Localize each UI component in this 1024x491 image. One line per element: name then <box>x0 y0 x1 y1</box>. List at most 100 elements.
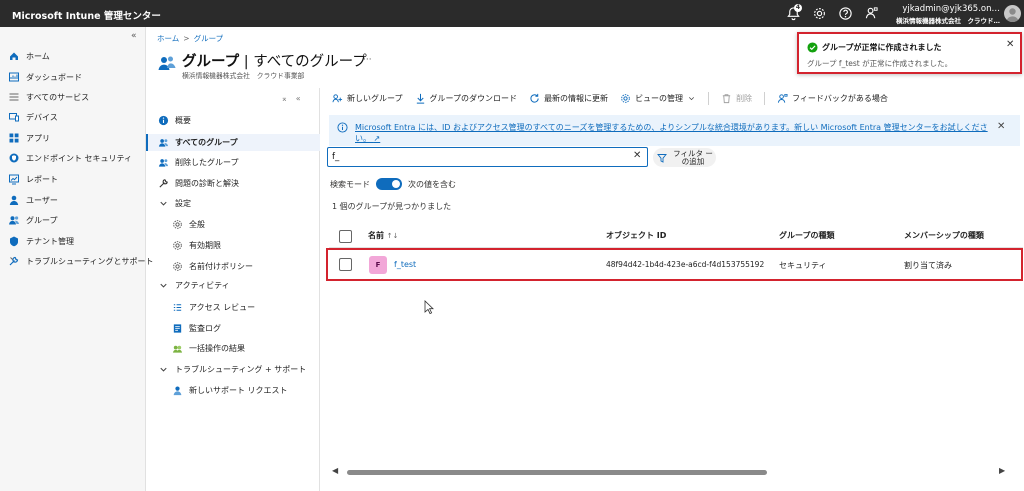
settings-gear-icon[interactable] <box>812 6 828 21</box>
table-header: 名前 ↑↓ オブジェクト ID グループの種類 メンバーシップの種類 <box>329 228 1023 244</box>
delete-button[interactable]: 削除 <box>721 93 752 104</box>
resource-menu-bulk-results[interactable]: 一括操作の結果 <box>172 340 245 356</box>
endpoint-security-icon <box>9 153 19 163</box>
groups-icon <box>158 138 169 147</box>
result-count: 1 個のグループが見つかりました <box>332 202 452 211</box>
resource-menu-label: 有効期限 <box>189 240 221 250</box>
select-all-checkbox[interactable] <box>339 230 352 243</box>
nav-item-groups[interactable]: グループ <box>8 212 58 228</box>
info-icon <box>158 115 169 125</box>
account-info[interactable]: yjkadmin@yjk365.on… 横浜情報機器株式会社 クラウド… <box>870 4 1000 25</box>
resource-menu-audit-logs[interactable]: 監査ログ <box>172 320 221 336</box>
wrench-icon <box>159 178 168 188</box>
resource-menu-label: すべてのグループ <box>175 137 238 147</box>
search-mode-option: 次の値を含む <box>408 179 456 189</box>
search-input[interactable] <box>332 150 622 164</box>
toast-title: グループが正常に作成されました <box>822 43 942 52</box>
page-title-main: グループ <box>182 54 240 70</box>
scrollbar-thumb[interactable] <box>347 470 767 475</box>
account-tenant: 横浜情報機器株式会社 クラウド… <box>896 17 1000 25</box>
refresh-label: 最新の情報に更新 <box>544 94 609 103</box>
nav-item-devices[interactable]: デバイス <box>8 109 58 125</box>
resource-menu-controls[interactable]: ⌅« <box>281 94 309 103</box>
column-header-name[interactable]: 名前 ↑↓ <box>368 230 399 241</box>
entra-banner-link[interactable]: Microsoft Entra には、ID およびアクセス管理のすべてのニーズを… <box>355 122 995 144</box>
resource-menu-label: 新しいサポート リクエスト <box>189 385 288 395</box>
page-title-separator: | <box>239 54 254 70</box>
banner-close-icon[interactable]: ✕ <box>997 121 1005 132</box>
nav-item-tenant-admin[interactable]: テナント管理 <box>8 233 74 249</box>
notifications-icon[interactable]: 4 <box>786 4 802 21</box>
new-group-icon <box>332 94 343 103</box>
top-bar: Microsoft Intune 管理センター 4 yjkadmin@yjk36… <box>0 0 1024 27</box>
app-title[interactable]: Microsoft Intune 管理センター <box>12 8 161 22</box>
resource-menu-diagnose-solve[interactable]: 問題の診断と解決 <box>158 175 239 191</box>
new-group-button[interactable]: 新しいグループ <box>332 93 403 104</box>
nav-item-all-services[interactable]: すべてのサービス <box>8 89 89 105</box>
toolbar-separator-2 <box>764 92 766 105</box>
all-services-icon <box>9 93 19 101</box>
add-filter-button[interactable]: フィルタ ーの追加 <box>653 148 716 167</box>
nav-item-label: レポート <box>26 174 58 184</box>
feedback-button[interactable]: フィードバックがある場合 <box>777 93 888 104</box>
nav-item-users[interactable]: ユーザー <box>8 192 58 208</box>
page-more-button[interactable]: ··· <box>363 55 372 65</box>
download-groups-label: グループのダウンロード <box>429 94 518 103</box>
delete-label: 削除 <box>736 94 753 103</box>
nav-item-endpoint-security[interactable]: エンドポイント セキュリティ <box>8 150 132 166</box>
new-group-label: 新しいグループ <box>347 94 403 103</box>
toast-close-icon[interactable]: ✕ <box>1006 39 1014 50</box>
horizontal-scrollbar[interactable]: ◀ ▶ <box>329 466 1023 478</box>
groups-header-icon <box>158 56 176 70</box>
resource-menu-access-reviews[interactable]: アクセス レビュー <box>172 299 255 315</box>
nav-item-reports[interactable]: レポート <box>8 171 58 187</box>
resource-menu-settings[interactable]: 設定 <box>158 195 191 211</box>
nav-item-home[interactable]: ホーム <box>8 48 50 64</box>
intune-admin-window: Microsoft Intune 管理センター 4 yjkadmin@yjk36… <box>0 0 1024 491</box>
column-header-object-id: オブジェクト ID <box>606 231 667 240</box>
resource-menu-expiration[interactable]: 有効期限 <box>172 237 221 253</box>
column-header-group-type: グループの種類 <box>779 231 835 240</box>
resource-menu-troubleshooting-support[interactable]: トラブルシューティング + サポート <box>158 361 306 377</box>
sort-icon[interactable]: ↑↓ <box>387 232 399 240</box>
resource-menu-all-groups[interactable]: すべてのグループ <box>158 134 238 150</box>
page-subtitle: 横浜情報機器株式会社 クラウド事業部 <box>182 72 305 80</box>
resource-menu-label: 削除したグループ <box>175 157 239 167</box>
manage-view-label: ビューの管理 <box>635 94 684 103</box>
home-icon <box>10 52 18 60</box>
search-clear-icon[interactable]: ✕ <box>633 150 641 161</box>
refresh-button[interactable]: 最新の情報に更新 <box>529 93 608 104</box>
chevron-down-icon[interactable] <box>158 364 169 375</box>
column-header-name-label: 名前 <box>368 231 384 240</box>
breadcrumb-groups[interactable]: グループ <box>194 34 224 43</box>
collapse-nav-button[interactable]: « <box>131 31 137 41</box>
chevron-down-icon[interactable] <box>158 280 169 291</box>
scroll-left-arrow[interactable]: ◀ <box>332 466 338 475</box>
column-header-membership-type: メンバーシップの種類 <box>904 231 984 240</box>
support-person-icon <box>173 386 182 395</box>
gear-icon <box>621 94 630 103</box>
page-title: グループ | すべてのグループ <box>182 50 367 71</box>
page-title-sub: すべてのグループ <box>253 54 367 70</box>
user-avatar[interactable] <box>1004 5 1021 22</box>
feedback-icon <box>777 93 788 103</box>
resource-menu-new-support-request[interactable]: 新しいサポート リクエスト <box>172 382 288 398</box>
download-groups-button[interactable]: グループのダウンロード <box>415 93 518 104</box>
nav-item-dashboard[interactable]: ダッシュボード <box>8 69 82 85</box>
help-icon[interactable] <box>838 6 854 21</box>
scroll-right-arrow[interactable]: ▶ <box>999 466 1005 475</box>
resource-menu-naming-policy[interactable]: 名前付けポリシー <box>172 258 253 274</box>
nav-item-troubleshoot[interactable]: トラブルシューティングとサポート <box>8 253 154 269</box>
resource-menu-overview[interactable]: 概要 <box>158 112 191 128</box>
resource-menu-deleted-groups[interactable]: 削除したグループ <box>158 154 239 170</box>
resource-menu-label: 概要 <box>175 115 191 125</box>
resource-menu-general[interactable]: 全般 <box>172 216 205 232</box>
nav-item-label: グループ <box>26 215 58 225</box>
resource-menu-activity[interactable]: アクティビティ <box>158 277 230 293</box>
breadcrumb-home[interactable]: ホーム <box>157 34 179 43</box>
resource-menu-label: トラブルシューティング + サポート <box>175 364 307 374</box>
nav-item-apps[interactable]: アプリ <box>8 130 50 146</box>
search-mode-toggle[interactable] <box>376 178 402 190</box>
chevron-down-icon[interactable] <box>158 198 169 209</box>
manage-view-button[interactable]: ビューの管理 <box>620 93 696 104</box>
